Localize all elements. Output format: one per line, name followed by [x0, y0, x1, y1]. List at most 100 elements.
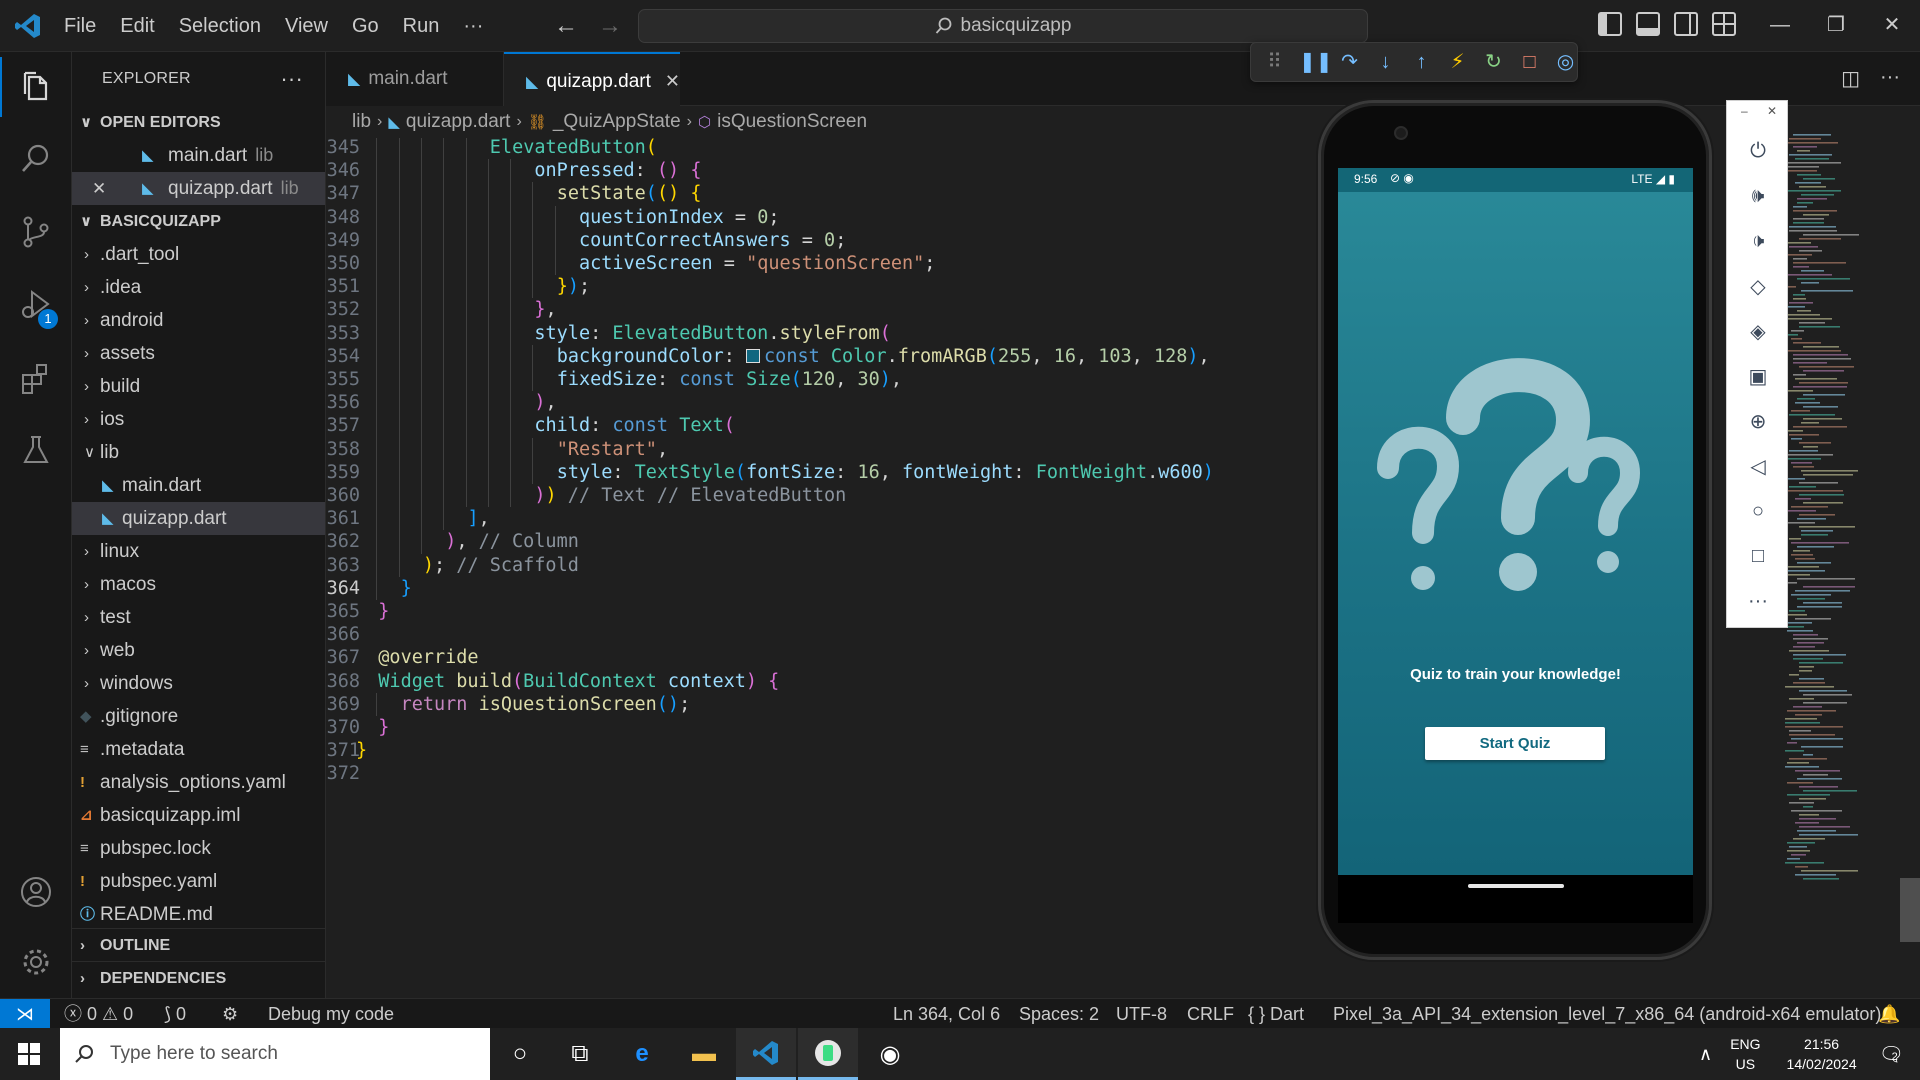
indentation[interactable]: Spaces: 2	[1019, 999, 1099, 1029]
tray-chevron-up-icon[interactable]: ∧	[1699, 1044, 1712, 1065]
cortana-icon[interactable]: ○	[490, 1028, 550, 1080]
edge-icon[interactable]: e	[612, 1028, 672, 1080]
tree-item[interactable]: › macos	[72, 568, 325, 601]
device-selector[interactable]: Pixel_3a_API_34_extension_level_7_x86_64…	[1333, 999, 1881, 1029]
minimize-icon[interactable]: –	[1741, 104, 1748, 118]
toggle-primary-sidebar-icon[interactable]	[1598, 12, 1622, 36]
notification-center-icon[interactable]: 🗨 2	[1879, 1042, 1904, 1067]
breadcrumb-item[interactable]: lib	[352, 111, 371, 133]
toggle-secondary-sidebar-icon[interactable]	[1674, 12, 1698, 36]
toggle-panel-icon[interactable]	[1636, 12, 1660, 36]
tree-item[interactable]: › ios	[72, 403, 325, 436]
ports-indicator[interactable]: ⟆ 0	[164, 999, 186, 1029]
close-icon[interactable]: ✕	[92, 172, 106, 205]
tree-item[interactable]: › build	[72, 370, 325, 403]
project-section[interactable]: ∨ BASICQUIZAPP	[72, 205, 325, 238]
task-view-icon[interactable]: ⧉	[550, 1028, 610, 1080]
emulator-taskbar-icon[interactable]	[798, 1028, 858, 1080]
emulator-screen[interactable]: 9:56 ⊘ ◉ LTE ◢ ▮ Quiz to train your know…	[1338, 168, 1693, 875]
split-editor-icon[interactable]: ◫	[1841, 66, 1860, 91]
tree-item[interactable]: ◆ .gitignore	[72, 700, 325, 733]
tree-item[interactable]: ◣ main.dart	[72, 469, 325, 502]
language-mode[interactable]: { } Dart	[1248, 999, 1304, 1029]
tree-item[interactable]: ≡ pubspec.lock	[72, 832, 325, 865]
menu-more[interactable]: ···	[451, 9, 495, 43]
hot-reload-icon[interactable]: ⚡	[1446, 49, 1469, 75]
power-icon[interactable]: ⏻	[1727, 129, 1789, 173]
step-out-icon[interactable]: ↑	[1410, 49, 1433, 75]
remote-icon[interactable]: ⋊	[0, 999, 50, 1029]
debug-icon[interactable]: ⚙	[222, 999, 238, 1029]
overview-icon[interactable]: □	[1727, 534, 1789, 578]
tree-item[interactable]: ≡ .metadata	[72, 733, 325, 766]
color-swatch[interactable]	[746, 348, 761, 363]
command-center-search[interactable]: basicquizapp	[638, 9, 1368, 43]
zoom-icon[interactable]: ⊕	[1727, 399, 1789, 443]
explorer-icon[interactable]	[0, 57, 72, 117]
open-editor-item[interactable]: ✕ ◣ quizapp.dart lib	[72, 172, 325, 205]
tree-item[interactable]: › assets	[72, 337, 325, 370]
customize-layout-icon[interactable]	[1712, 12, 1736, 36]
encoding[interactable]: UTF-8	[1116, 999, 1167, 1029]
search-icon[interactable]	[0, 129, 72, 189]
minimize-icon[interactable]: —	[1752, 0, 1808, 52]
cursor-position[interactable]: Ln 364, Col 6	[893, 999, 1000, 1029]
more-actions-icon[interactable]: ···	[280, 52, 303, 106]
back-arrow-icon[interactable]: ←	[553, 13, 579, 39]
minimap[interactable]	[1785, 130, 1890, 890]
menu-selection[interactable]: Selection	[167, 9, 273, 43]
open-editor-item[interactable]: ◣ main.dart lib	[72, 139, 325, 172]
restore-icon[interactable]: ❐	[1808, 0, 1864, 52]
step-over-icon[interactable]: ↷	[1338, 49, 1361, 75]
windows-start-icon[interactable]	[0, 1028, 58, 1080]
tree-item[interactable]: ∨ lib	[72, 436, 325, 469]
close-icon[interactable]: ✕	[1767, 104, 1777, 118]
volume-down-icon[interactable]: 🕩	[1727, 219, 1789, 263]
restart-icon[interactable]: ↻	[1482, 49, 1505, 75]
back-icon[interactable]: ◁	[1727, 444, 1789, 488]
drag-handle-icon[interactable]: ⠿	[1263, 49, 1286, 75]
tree-item[interactable]: › linux	[72, 535, 325, 568]
editor-scrollbar[interactable]	[1900, 878, 1920, 942]
close-window-icon[interactable]: ✕	[1864, 0, 1920, 52]
run-debug-icon[interactable]: 1	[0, 274, 72, 334]
tree-item[interactable]: › test	[72, 601, 325, 634]
home-icon[interactable]: ○	[1727, 489, 1789, 533]
outline-section[interactable]: › OUTLINE	[72, 928, 325, 961]
devtools-icon[interactable]: ◎	[1554, 49, 1577, 75]
step-into-icon[interactable]: ↓	[1374, 49, 1397, 75]
tab-main-dart[interactable]: ◣ main.dart	[326, 52, 504, 106]
tree-item[interactable]: › windows	[72, 667, 325, 700]
accounts-icon[interactable]	[0, 862, 72, 922]
tree-item[interactable]: › .idea	[72, 271, 325, 304]
debug-config[interactable]: Debug my code	[268, 999, 394, 1029]
dependencies-section[interactable]: › DEPENDENCIES	[72, 961, 325, 994]
forward-arrow-icon[interactable]: →	[597, 13, 623, 39]
taskbar-search[interactable]: Type here to search	[60, 1028, 490, 1080]
tree-item[interactable]: ! pubspec.yaml	[72, 865, 325, 898]
tree-item[interactable]: ◣ quizapp.dart	[72, 502, 325, 535]
close-tab-icon[interactable]: ✕	[665, 71, 680, 91]
problems-indicator[interactable]: ⓧ 0 ⚠ 0	[64, 999, 133, 1029]
rotate-right-icon[interactable]: ◈	[1727, 309, 1789, 353]
clock[interactable]: 21:56 14/02/2024	[1787, 1034, 1857, 1074]
tab-quizapp-dart[interactable]: ◣ quizapp.dart ✕	[504, 52, 680, 106]
breadcrumb-item[interactable]: quizapp.dart	[406, 111, 511, 133]
testing-icon[interactable]	[0, 420, 72, 480]
line-ending[interactable]: CRLF	[1187, 999, 1234, 1029]
volume-up-icon[interactable]: 🕪	[1727, 174, 1789, 218]
menu-file[interactable]: File	[52, 9, 108, 43]
more-icon[interactable]: ···	[1727, 579, 1789, 623]
menu-run[interactable]: Run	[391, 9, 452, 43]
obs-icon[interactable]: ◉	[860, 1028, 920, 1080]
pause-icon[interactable]: ❚❚	[1299, 49, 1333, 75]
breadcrumb-item[interactable]: isQuestionScreen	[717, 111, 867, 133]
notifications-bell-icon[interactable]: 🔔	[1878, 999, 1900, 1029]
home-gesture-handle[interactable]	[1468, 884, 1564, 888]
manage-gear-icon[interactable]	[0, 932, 72, 992]
stop-icon[interactable]: □	[1518, 49, 1541, 75]
start-quiz-button[interactable]: Start Quiz	[1425, 727, 1605, 760]
tree-item[interactable]: › android	[72, 304, 325, 337]
tree-item[interactable]: › web	[72, 634, 325, 667]
source-control-icon[interactable]	[0, 202, 72, 262]
